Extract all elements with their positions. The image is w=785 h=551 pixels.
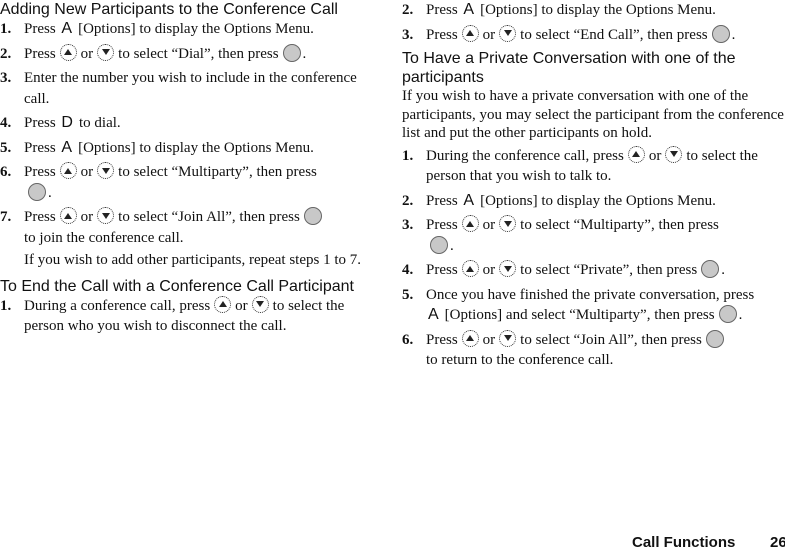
key-a-label: A [463, 1, 475, 18]
step: 2. Press A [Options] to display the Option… [402, 191, 716, 209]
nav-down-icon [97, 207, 115, 224]
nav-down-icon [499, 329, 517, 347]
center-key-icon [705, 329, 724, 348]
center-key-icon [28, 182, 46, 201]
key-a-label: A [61, 138, 73, 156]
step: 3. Press or to select “Multiparty”, then pr… [402, 215, 719, 254]
step: 1. During a conference call, press or to se… [0, 295, 345, 334]
step: 2. Press or to select “Dial”, then press. [0, 43, 307, 62]
nav-down-icon [499, 24, 517, 42]
step: 3. Press or to select “End Call”, then pres… [402, 24, 736, 43]
page-number: 26 [770, 534, 785, 551]
center-key-icon [718, 305, 737, 323]
section-heading-private-conversation: To Have a Private Conversation with one … [402, 50, 736, 86]
nav-up-icon [461, 24, 479, 42]
nav-up-icon [59, 162, 77, 179]
nav-up-icon [59, 43, 77, 61]
step: 5. Press A [Options] to display the Option… [0, 138, 314, 156]
step: 7. Press or to select “Join All”, then pres… [0, 207, 372, 248]
step: 4. Press or to select “Private”, then press… [402, 260, 725, 278]
step: 2. Press A [Options] to display the Option… [402, 1, 716, 18]
key-a-label: A [61, 20, 73, 37]
nav-up-icon [461, 260, 479, 277]
step: 5. Once you have finished the private con… [402, 286, 755, 323]
footer-section-title: Call Functions [632, 534, 736, 551]
steps-private-conversation: 1. During the conference call, press or to … [402, 145, 785, 371]
nav-down-icon [97, 162, 115, 179]
step: 1. Press A [Options] to display the Option… [0, 20, 314, 37]
nav-down-icon [665, 145, 683, 163]
steps-end-call-continued: 2. Press A [Options] to display the Option… [402, 0, 785, 45]
center-key-icon [282, 43, 301, 62]
center-key-icon [711, 24, 730, 43]
step: 6. Press or to select “Join All”, then pres… [402, 329, 785, 371]
key-d-label: D [61, 114, 73, 131]
nav-up-icon [214, 295, 232, 313]
center-key-icon [303, 207, 322, 225]
key-a-label: A [463, 191, 475, 209]
nav-down-icon [97, 43, 115, 61]
right-column: 2. Press A [Options] to display the Option… [402, 0, 785, 375]
steps-adding-participants: 1. Press A [Options] to display the Option… [0, 19, 372, 248]
nav-up-icon [627, 145, 645, 163]
center-key-icon [430, 235, 448, 254]
nav-down-icon [499, 215, 517, 232]
step: 1. During the conference call, press or to … [402, 145, 758, 184]
nav-up-icon [461, 215, 479, 232]
steps-end-call: 1. During a conference call, press or to se… [0, 295, 372, 337]
note-repeat-steps: If you wish to add other participants, r… [24, 252, 362, 268]
left-column: Adding New Participants to the Conferenc… [0, 0, 372, 341]
intro-private-conversation: If you wish to have a private conversati… [402, 88, 784, 141]
nav-up-icon [461, 329, 479, 347]
key-a-label: A [428, 306, 439, 323]
section-heading-adding-participants: Adding New Participants to the Conferenc… [0, 1, 338, 18]
step: 6. Press or to select “Multiparty”, then pr… [0, 162, 317, 201]
center-key-icon [701, 260, 720, 278]
step: 4. Press Dto dial. [0, 114, 121, 131]
nav-down-icon [499, 260, 517, 277]
section-heading-end-call-participant: To End the Call with a Conference Call P… [0, 277, 354, 295]
nav-up-icon [59, 207, 77, 224]
nav-down-icon [251, 295, 269, 313]
step: 3. Enter the number you wish to include i… [0, 70, 357, 107]
